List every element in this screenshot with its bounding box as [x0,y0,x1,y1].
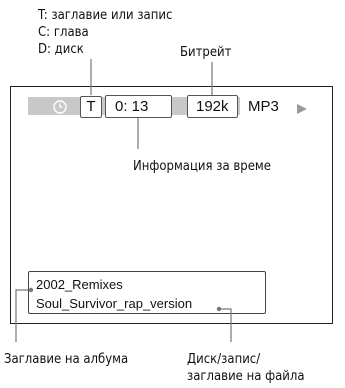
leader-album-dot [28,287,34,293]
leader-album [15,289,28,342]
leader-file-dot [216,306,222,312]
leader-file [221,308,232,342]
leader-lines [15,59,232,342]
